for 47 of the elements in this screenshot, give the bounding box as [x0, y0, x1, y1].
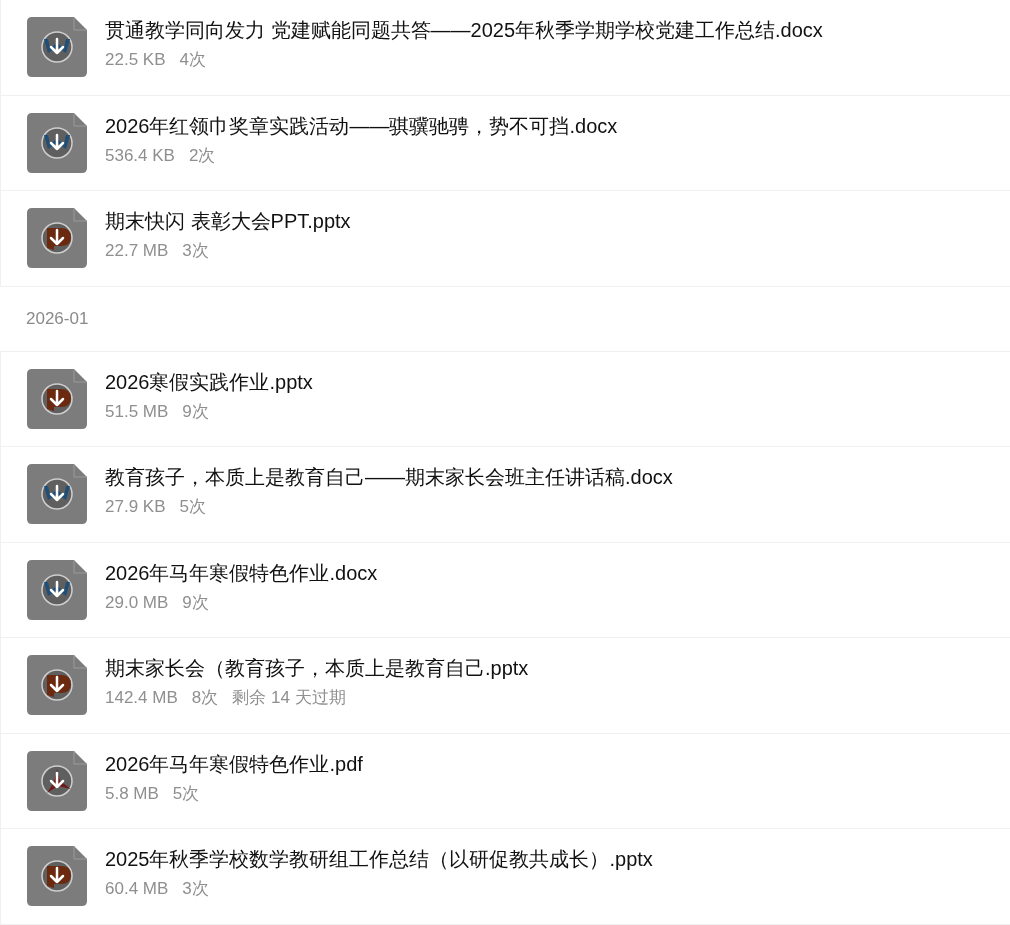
file-name: 贯通教学同向发力 党建赋能同题共答——2025年秋季学期学校党建工作总结.docx [105, 18, 823, 44]
file-row[interactable]: 2026年马年寒假特色作业.pdf 5.8 MB 5次 [0, 733, 1010, 829]
download-count: 9次 [182, 591, 209, 614]
file-icon [27, 17, 87, 78]
file-name: 2025年秋季学校数学教研组工作总结（以研促教共成长）.pptx [105, 847, 653, 873]
file-size: 60.4 MB [105, 878, 169, 901]
file-name: 2026年马年寒假特色作业.docx [105, 560, 378, 586]
download-count: 3次 [182, 878, 209, 901]
file-name: 期末快闪 表彰大会PPT.pptx [105, 209, 351, 235]
file-name: 教育孩子，本质上是教育自己——期末家长会班主任讲话稿.docx [105, 465, 673, 491]
date-header: 2026-01 [26, 307, 89, 330]
file-icon [27, 655, 87, 716]
file-size: 536.4 KB [105, 144, 175, 167]
file-size: 51.5 MB [105, 400, 169, 423]
file-icon [27, 846, 87, 907]
file-name: 期末家长会（教育孩子，本质上是教育自己.pptx [105, 656, 529, 682]
file-icon [27, 750, 87, 811]
file-row[interactable]: 贯通教学同向发力 党建赋能同题共答——2025年秋季学期学校党建工作总结.docx 22.5 KB 4次 [0, 0, 1010, 96]
file-size: 142.4 MB [105, 687, 178, 710]
file-row[interactable]: 2026年红领巾奖章实践活动——骐骥驰骋，势不可挡.docx 536.4 KB 2次 [0, 95, 1010, 191]
download-count: 5次 [179, 496, 206, 519]
file-row[interactable]: 2025年秋季学校数学教研组工作总结（以研促教共成长）.pptx 60.4 MB 3次 [0, 829, 1010, 925]
file-size: 5.8 MB [105, 782, 159, 805]
file-row[interactable]: 教育孩子，本质上是教育自己——期末家长会班主任讲话稿.docx 27.9 KB 5次 [0, 447, 1010, 543]
file-row[interactable]: 期末家长会（教育孩子，本质上是教育自己.pptx 142.4 MB 8次 剩余 14 天过期 [0, 638, 1010, 734]
download-count: 8次 [191, 687, 219, 710]
file-size: 22.7 MB [105, 240, 169, 263]
file-name: 2026年马年寒假特色作业.pdf [105, 751, 363, 777]
download-count: 3次 [182, 240, 209, 263]
file-size: 29.0 MB [105, 591, 169, 614]
download-count: 4次 [179, 49, 206, 72]
download-count: 2次 [188, 144, 216, 167]
file-size: 22.5 KB [105, 49, 166, 72]
file-name: 2026年红领巾奖章实践活动——骐骥驰骋，势不可挡.docx [105, 113, 618, 139]
download-count: 5次 [172, 782, 200, 805]
file-row[interactable]: 2026年马年寒假特色作业.docx 29.0 MB 9次 [0, 542, 1010, 638]
file-icon [27, 368, 87, 429]
file-size: 27.9 KB [105, 496, 166, 519]
file-name: 2026寒假实践作业.pptx [105, 369, 313, 395]
file-icon [27, 208, 87, 269]
file-icon [27, 559, 87, 620]
file-icon [27, 112, 87, 173]
file-row[interactable]: 期末快闪 表彰大会PPT.pptx 22.7 MB 3次 [0, 191, 1010, 287]
download-count: 9次 [182, 400, 209, 423]
file-row[interactable]: 2026寒假实践作业.pptx 51.5 MB 9次 [0, 351, 1010, 447]
file-icon [27, 464, 87, 525]
expiry-note: 剩余 14 天过期 [232, 687, 346, 710]
